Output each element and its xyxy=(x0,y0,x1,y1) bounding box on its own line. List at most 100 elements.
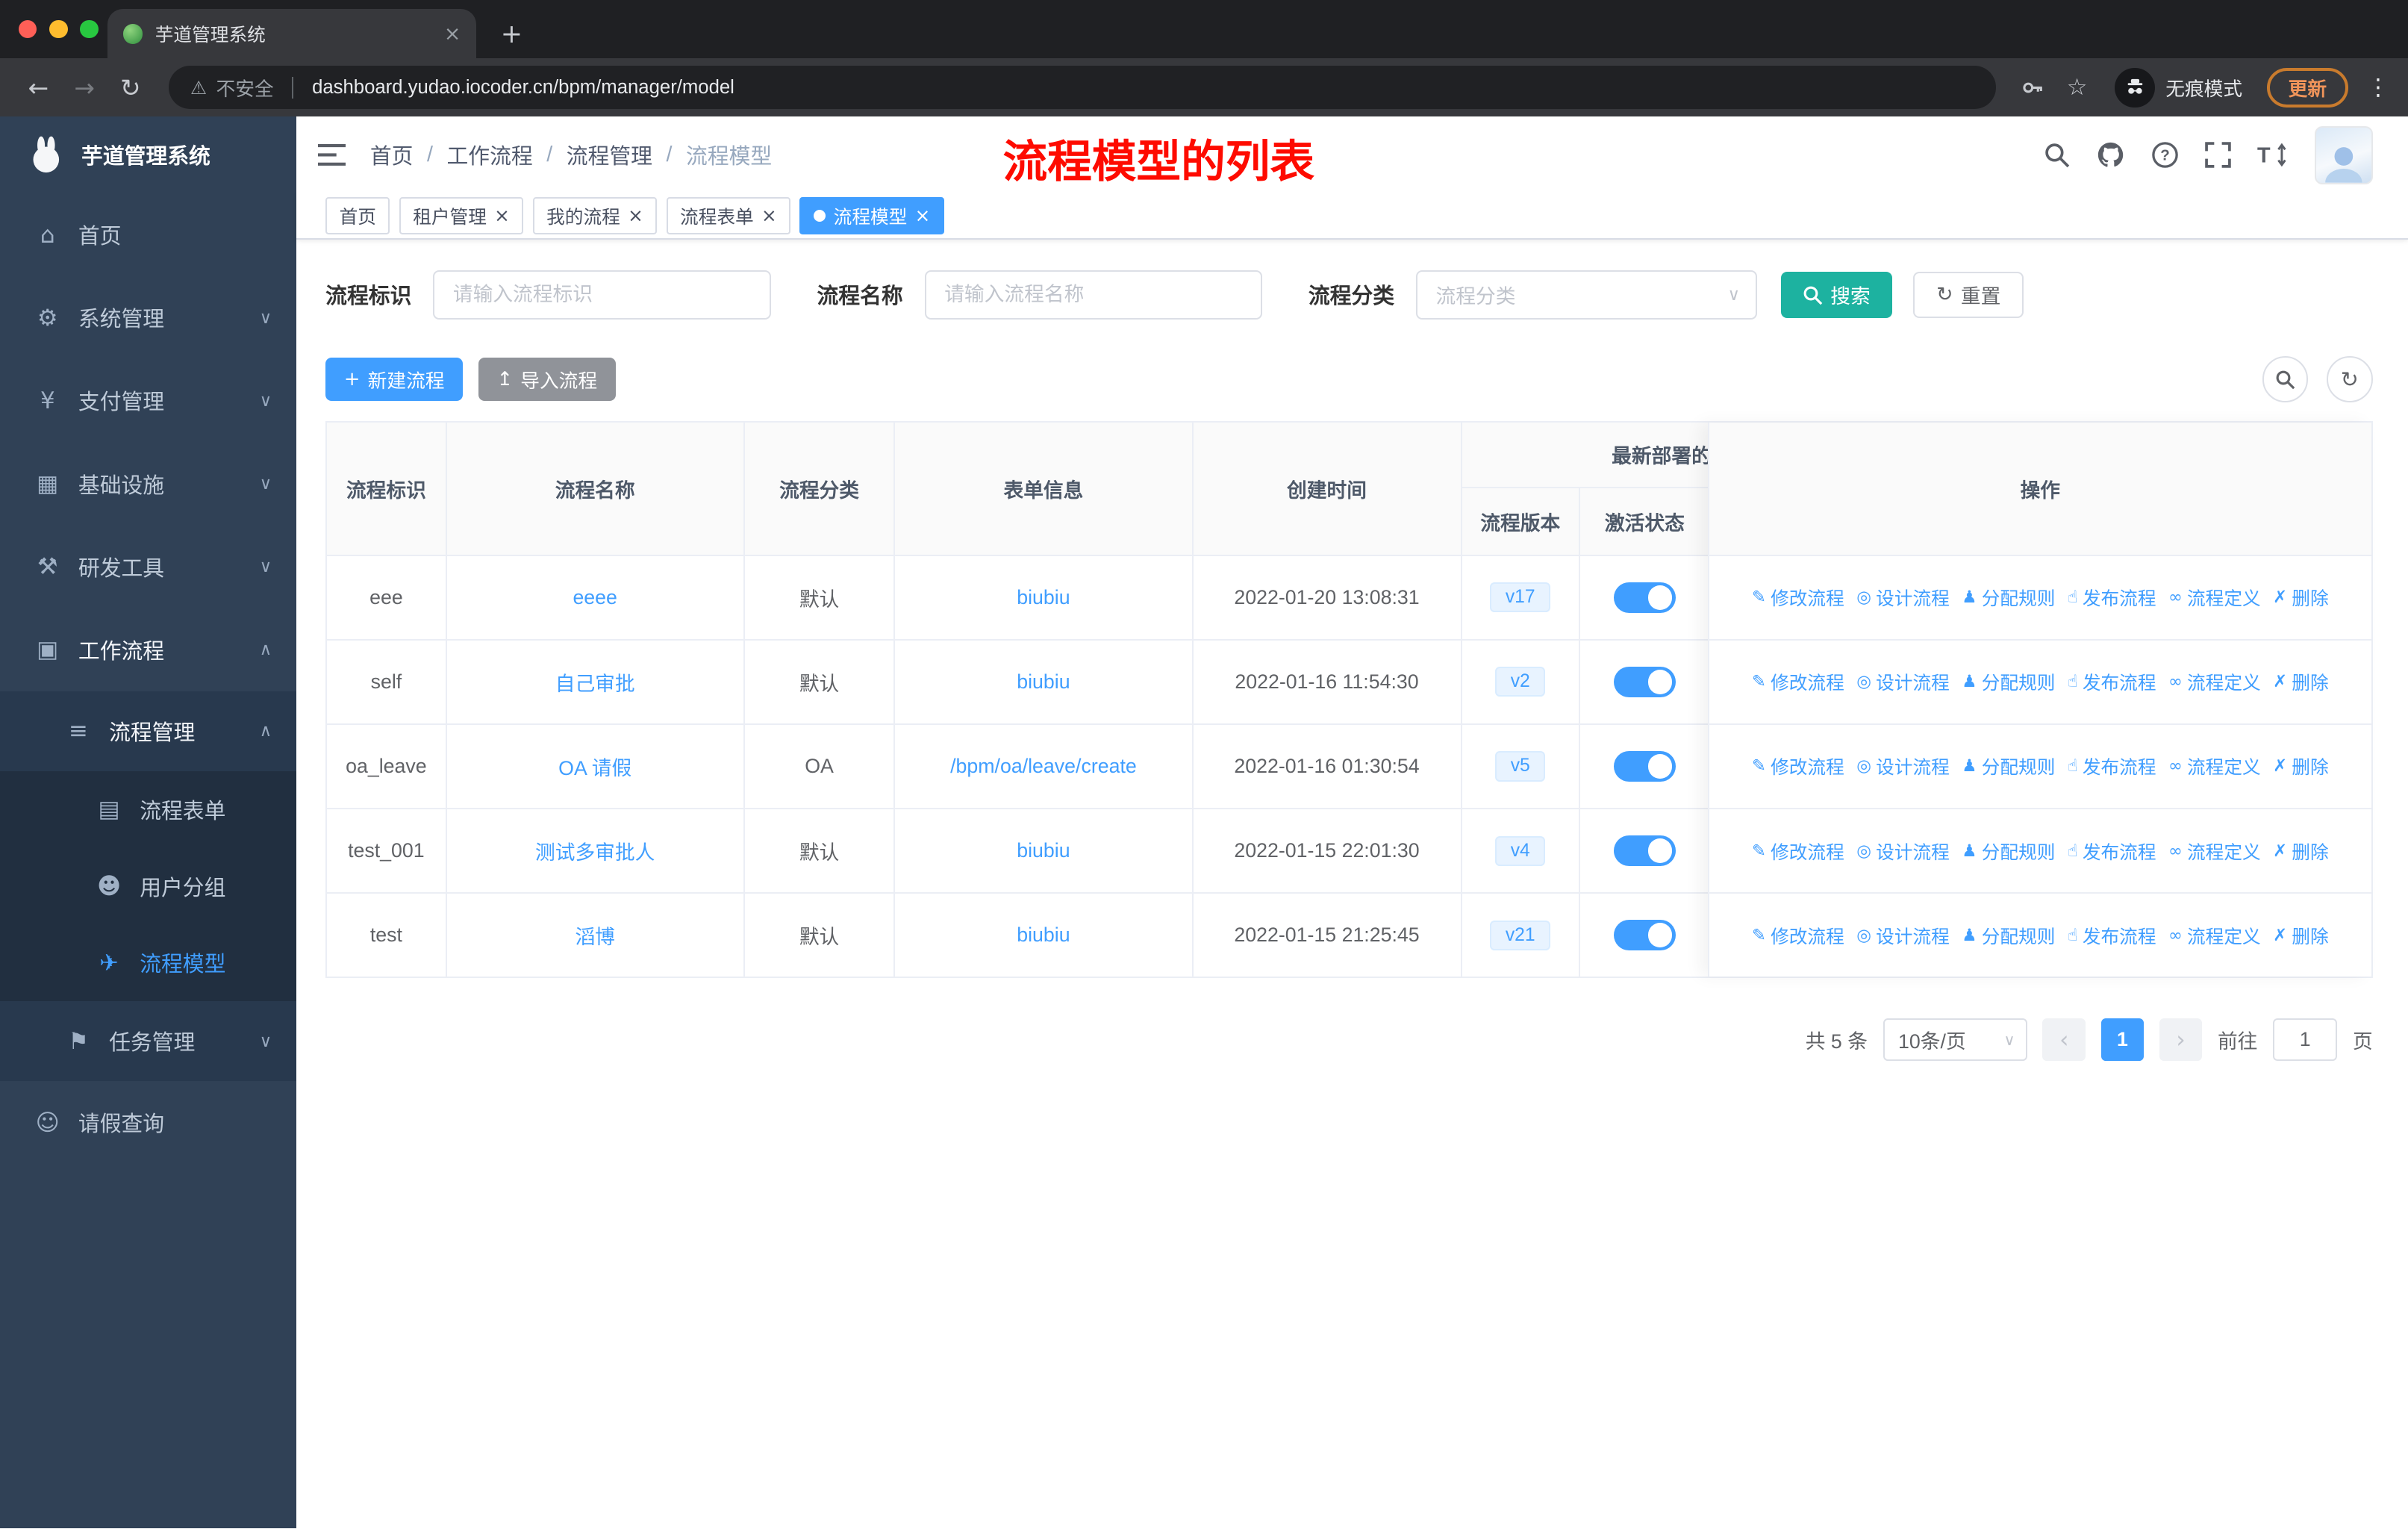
publish-process-link[interactable]: ☝ 发布流程 xyxy=(2068,753,2156,779)
reset-button[interactable]: ↻ 重置 xyxy=(1913,272,2024,318)
sidebar-item-process-management[interactable]: ≡ 流程管理 ∧ xyxy=(0,691,297,771)
new-tab-button[interactable]: + xyxy=(501,21,523,48)
design-process-link[interactable]: ◎ 设计流程 xyxy=(1856,668,1950,695)
assign-rule-link[interactable]: ♟ 分配规则 xyxy=(1962,668,2055,695)
tag-tenant[interactable]: 租户管理 × xyxy=(399,197,524,234)
form-info-link[interactable]: /bpm/oa/leave/create xyxy=(950,755,1137,778)
version-badge[interactable]: v5 xyxy=(1495,751,1546,782)
key-icon[interactable] xyxy=(2021,75,2045,100)
import-process-button[interactable]: ↥ 导入流程 xyxy=(478,358,616,401)
modify-process-link[interactable]: ✎ 修改流程 xyxy=(1752,584,1844,611)
tab-close-icon[interactable]: × xyxy=(444,22,461,46)
create-process-button[interactable]: + 新建流程 xyxy=(325,358,464,401)
security-label[interactable]: 不安全 xyxy=(216,74,274,102)
tag-my-process[interactable]: 我的流程 × xyxy=(532,197,658,234)
assign-rule-link[interactable]: ♟ 分配规则 xyxy=(1962,584,2055,611)
assign-rule-link[interactable]: ♟ 分配规则 xyxy=(1962,922,2055,949)
sidebar-item-user-group[interactable]: ☻ 用户分组 xyxy=(0,847,297,925)
activation-toggle[interactable] xyxy=(1614,582,1676,613)
publish-process-link[interactable]: ☝ 发布流程 xyxy=(2068,584,2156,611)
reload-button[interactable]: ↻ xyxy=(110,73,150,102)
process-definition-link[interactable]: ∞ 流程定义 xyxy=(2168,668,2261,695)
publish-process-link[interactable]: ☝ 发布流程 xyxy=(2068,922,2156,949)
process-definition-link[interactable]: ∞ 流程定义 xyxy=(2168,753,2261,779)
sidebar-item-home[interactable]: ⌂ 首页 xyxy=(0,193,296,276)
breadcrumb-workflow[interactable]: 工作流程 xyxy=(446,140,532,170)
design-process-link[interactable]: ◎ 设计流程 xyxy=(1856,838,1950,865)
fullscreen-icon[interactable] xyxy=(2205,142,2232,169)
forward-button[interactable]: → xyxy=(64,73,104,102)
address-bar[interactable]: ⚠ 不安全 dashboard.yudao.iocoder.cn/bpm/man… xyxy=(169,66,1997,110)
help-icon[interactable]: ? xyxy=(2151,141,2179,169)
publish-process-link[interactable]: ☝ 发布流程 xyxy=(2068,838,2156,865)
form-info-link[interactable]: biubiu xyxy=(1017,924,1070,947)
process-name-link[interactable]: eeee xyxy=(573,586,617,609)
delete-link[interactable]: ✗ 删除 xyxy=(2273,838,2328,865)
hamburger-icon[interactable] xyxy=(317,143,346,166)
sidebar-item-workflow[interactable]: ▣ 工作流程 ∧ xyxy=(0,608,296,691)
version-badge[interactable]: v21 xyxy=(1490,920,1551,950)
modify-process-link[interactable]: ✎ 修改流程 xyxy=(1752,922,1844,949)
sidebar-item-system[interactable]: ⚙ 系统管理 ∨ xyxy=(0,276,296,359)
design-process-link[interactable]: ◎ 设计流程 xyxy=(1856,753,1950,779)
design-process-link[interactable]: ◎ 设计流程 xyxy=(1856,922,1950,949)
delete-link[interactable]: ✗ 删除 xyxy=(2273,584,2328,611)
process-name-input[interactable] xyxy=(924,270,1263,320)
close-icon[interactable]: × xyxy=(915,206,931,225)
breadcrumb-process-management[interactable]: 流程管理 xyxy=(567,140,652,170)
modify-process-link[interactable]: ✎ 修改流程 xyxy=(1752,838,1844,865)
close-icon[interactable]: × xyxy=(761,206,777,225)
minimize-window-button[interactable] xyxy=(49,19,68,39)
publish-process-link[interactable]: ☝ 发布流程 xyxy=(2068,668,2156,695)
version-badge[interactable]: v2 xyxy=(1495,667,1546,697)
process-definition-link[interactable]: ∞ 流程定义 xyxy=(2168,584,2261,611)
maximize-window-button[interactable] xyxy=(79,19,99,39)
breadcrumb-home[interactable]: 首页 xyxy=(370,140,414,170)
bookmark-star-icon[interactable]: ☆ xyxy=(2067,74,2088,101)
process-definition-link[interactable]: ∞ 流程定义 xyxy=(2168,922,2261,949)
process-name-link[interactable]: 滔博 xyxy=(575,921,614,950)
activation-toggle[interactable] xyxy=(1614,920,1676,951)
assign-rule-link[interactable]: ♟ 分配规则 xyxy=(1962,753,2055,779)
page-size-select[interactable]: 10条/页 ∨ xyxy=(1883,1018,2027,1062)
assign-rule-link[interactable]: ♟ 分配规则 xyxy=(1962,838,2055,865)
next-page-button[interactable]: › xyxy=(2159,1018,2203,1062)
back-button[interactable]: ← xyxy=(19,73,58,102)
close-icon[interactable]: × xyxy=(494,206,510,225)
prev-page-button[interactable]: ‹ xyxy=(2042,1018,2086,1062)
close-icon[interactable]: × xyxy=(628,206,643,225)
sidebar-item-dev-tools[interactable]: ⚒ 研发工具 ∨ xyxy=(0,526,296,608)
close-window-button[interactable] xyxy=(18,19,37,39)
modify-process-link[interactable]: ✎ 修改流程 xyxy=(1752,668,1844,695)
sidebar-item-payment[interactable]: ¥ 支付管理 ∨ xyxy=(0,359,296,442)
process-category-select[interactable]: 流程分类 ∨ xyxy=(1415,270,1757,320)
delete-link[interactable]: ✗ 删除 xyxy=(2273,668,2328,695)
sidebar-item-task-management[interactable]: ⚑ 任务管理 ∨ xyxy=(0,1001,297,1082)
version-badge[interactable]: v4 xyxy=(1495,835,1546,866)
sidebar-item-leave-query[interactable]: ☺ 请假查询 xyxy=(0,1081,296,1164)
tag-process-form[interactable]: 流程表单 × xyxy=(666,197,791,234)
process-name-link[interactable]: 测试多审批人 xyxy=(535,836,655,865)
process-name-link[interactable]: OA 请假 xyxy=(558,752,631,781)
process-definition-link[interactable]: ∞ 流程定义 xyxy=(2168,838,2261,865)
activation-toggle[interactable] xyxy=(1614,835,1676,867)
modify-process-link[interactable]: ✎ 修改流程 xyxy=(1752,753,1844,779)
delete-link[interactable]: ✗ 删除 xyxy=(2273,922,2328,949)
process-id-input[interactable] xyxy=(433,270,771,320)
form-info-link[interactable]: biubiu xyxy=(1017,839,1070,862)
github-icon[interactable] xyxy=(2096,141,2125,169)
url-text[interactable]: dashboard.yudao.iocoder.cn/bpm/manager/m… xyxy=(312,77,734,99)
activation-toggle[interactable] xyxy=(1614,666,1676,697)
toggle-search-button[interactable] xyxy=(2262,356,2309,402)
font-size-icon[interactable]: T xyxy=(2257,143,2288,167)
sidebar-item-process-form[interactable]: ▤ 流程表单 xyxy=(0,770,297,848)
process-name-link[interactable]: 自己审批 xyxy=(555,667,635,697)
user-avatar[interactable] xyxy=(2314,125,2373,184)
tag-process-model-active[interactable]: 流程模型 × xyxy=(799,197,944,234)
current-page-button[interactable]: 1 xyxy=(2100,1018,2145,1062)
sidebar-item-infrastructure[interactable]: ▦ 基础设施 ∨ xyxy=(0,442,296,525)
design-process-link[interactable]: ◎ 设计流程 xyxy=(1856,584,1950,611)
update-button[interactable]: 更新 xyxy=(2266,67,2348,108)
form-info-link[interactable]: biubiu xyxy=(1017,670,1070,694)
search-icon[interactable] xyxy=(2044,142,2070,168)
